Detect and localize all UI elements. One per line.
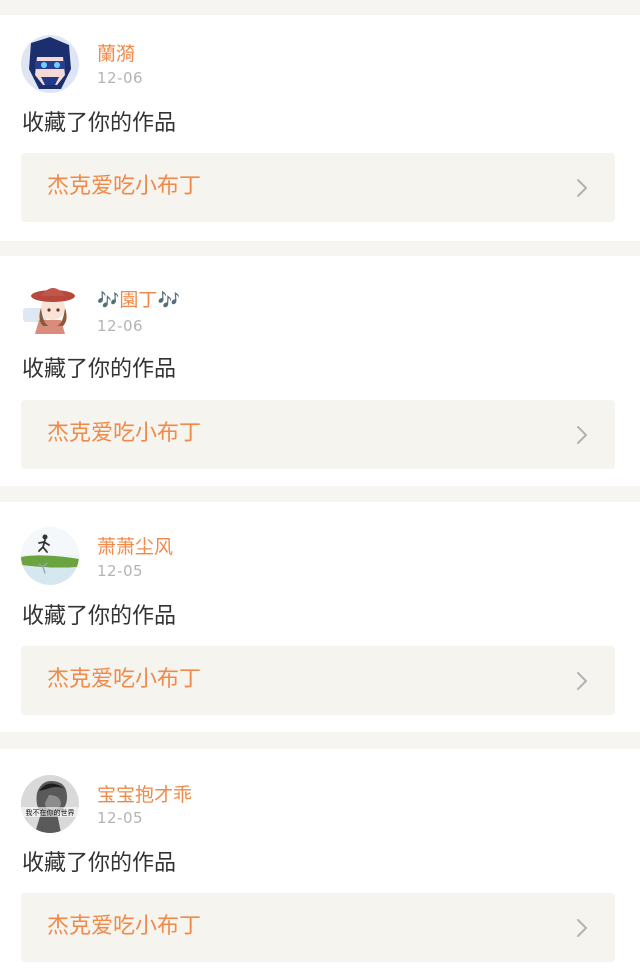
notification-card: 萧萧尘风 12-05 收藏了你的作品 杰克爱吃小布丁 xyxy=(0,502,640,732)
bw-portrait-avatar-icon: 我不在你的世界 xyxy=(21,775,79,833)
work-title: 杰克爱吃小布丁 xyxy=(47,174,202,199)
name-suffix: 🎶 xyxy=(157,290,180,311)
hat-girl-avatar-icon xyxy=(21,280,79,338)
timestamp: 12-05 xyxy=(97,562,144,580)
username-text: 園丁 xyxy=(119,289,158,311)
action-text: 收藏了你的作品 xyxy=(22,604,177,629)
action-text: 收藏了你的作品 xyxy=(22,111,177,136)
avatar[interactable] xyxy=(21,280,79,338)
notification-feed: 蘭漪 12-06 收藏了你的作品 杰克爱吃小布丁 🎶園丁🎶 12-06 收藏了你… xyxy=(0,0,640,976)
chevron-right-icon xyxy=(577,426,587,444)
notification-card: 蘭漪 12-06 收藏了你的作品 杰克爱吃小布丁 xyxy=(0,15,640,241)
username-text: 萧萧尘风 xyxy=(97,536,174,558)
username-text: 蘭漪 xyxy=(97,43,136,65)
action-text: 收藏了你的作品 xyxy=(22,851,177,876)
timestamp: 12-06 xyxy=(97,69,144,87)
masked-anime-avatar-icon xyxy=(21,35,79,93)
name-prefix: 🎶 xyxy=(97,290,120,311)
username[interactable]: 蘭漪 xyxy=(97,42,135,67)
username[interactable]: 宝宝抱才乖 xyxy=(97,783,192,808)
username-text: 宝宝抱才乖 xyxy=(97,784,193,806)
avatar-caption: 我不在你的世界 xyxy=(26,808,75,817)
chevron-right-icon xyxy=(577,179,587,197)
username[interactable]: 萧萧尘风 xyxy=(97,535,173,560)
work-link[interactable]: 杰克爱吃小布丁 xyxy=(21,646,615,715)
action-text: 收藏了你的作品 xyxy=(22,357,177,382)
work-title: 杰克爱吃小布丁 xyxy=(47,914,202,939)
notification-card: 我不在你的世界 宝宝抱才乖 12-05 收藏了你的作品 杰克爱吃小布丁 xyxy=(0,749,640,976)
work-link[interactable]: 杰克爱吃小布丁 xyxy=(21,400,615,469)
work-link[interactable]: 杰克爱吃小布丁 xyxy=(21,893,615,962)
timestamp: 12-05 xyxy=(97,809,144,827)
chevron-right-icon xyxy=(577,672,587,690)
work-title: 杰克爱吃小布丁 xyxy=(47,667,202,692)
chevron-right-icon xyxy=(577,919,587,937)
work-link[interactable]: 杰克爱吃小布丁 xyxy=(21,153,615,222)
notification-card: 🎶園丁🎶 12-06 收藏了你的作品 杰克爱吃小布丁 xyxy=(0,256,640,486)
avatar[interactable] xyxy=(21,35,79,93)
work-title: 杰克爱吃小布丁 xyxy=(47,421,202,446)
avatar[interactable]: 我不在你的世界 xyxy=(21,775,79,833)
timestamp: 12-06 xyxy=(97,317,144,335)
avatar[interactable] xyxy=(21,527,79,585)
username[interactable]: 🎶園丁🎶 xyxy=(97,288,180,313)
runner-landscape-avatar-icon xyxy=(21,527,79,585)
